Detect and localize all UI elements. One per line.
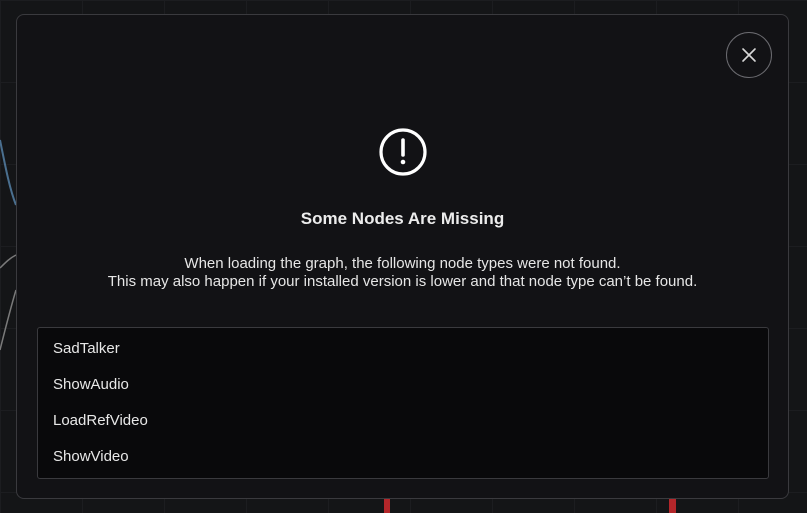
- graph-link: [0, 254, 17, 269]
- close-button[interactable]: [726, 32, 772, 78]
- list-item: ShowAudio: [53, 376, 129, 393]
- missing-node-list[interactable]: SadTalker ShowAudio LoadRefVideo ShowVid…: [37, 327, 769, 479]
- graph-link: [0, 139, 17, 206]
- dialog-description-line: When loading the graph, the following no…: [184, 255, 621, 272]
- list-item: SadTalker: [53, 340, 120, 357]
- dialog-title: Some Nodes Are Missing: [300, 209, 505, 228]
- list-item: LoadRefVideo: [53, 412, 148, 429]
- exclamation-circle-icon: [379, 128, 427, 176]
- graph-link: [0, 289, 17, 351]
- graph-node-edge: [669, 499, 676, 513]
- dialog-description: When loading the graph, the following no…: [17, 255, 788, 291]
- missing-nodes-dialog: Some Nodes Are Missing When loading the …: [16, 14, 789, 499]
- close-icon: [742, 48, 756, 62]
- list-item: ShowVideo: [53, 448, 129, 465]
- dialog-description-line: This may also happen if your installed v…: [107, 273, 698, 290]
- graph-node-edge: [384, 499, 390, 513]
